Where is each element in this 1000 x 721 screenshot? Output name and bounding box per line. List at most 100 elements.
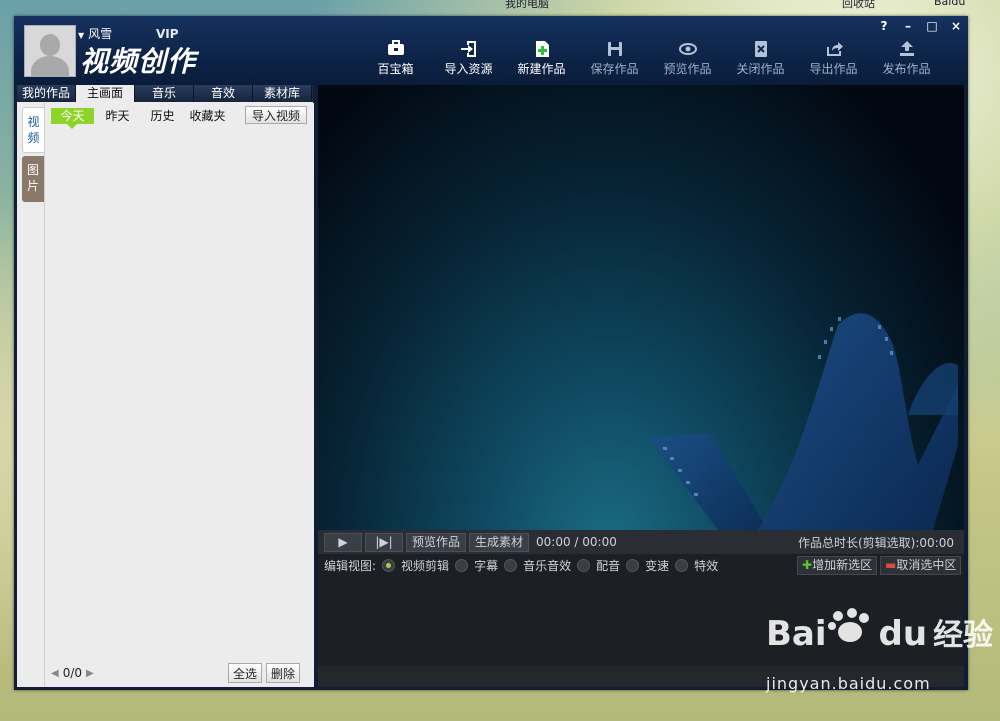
desktop-label-1: 我的电脑 <box>505 0 549 10</box>
radio-music-effects[interactable] <box>504 559 518 572</box>
left-panel: 我的作品 主画面 音乐 音效 素材库 视频 图片 今天 昨天 历史 收藏夹 导入… <box>17 85 314 687</box>
pager: ◀ 0/0 ▶ <box>47 666 98 680</box>
new-project-button[interactable]: 新建作品 <box>505 36 578 81</box>
tab-main-screen[interactable]: 主画面 <box>76 85 135 102</box>
export-icon <box>797 36 870 60</box>
preview-work-button[interactable]: 预览作品 <box>406 532 467 552</box>
preview-project-button[interactable]: 预览作品 <box>651 36 724 81</box>
import-resource-button[interactable]: 导入资源 <box>432 36 505 81</box>
add-zone-button[interactable]: ✚增加新选区 <box>797 556 878 575</box>
desktop-label-2: 回收站 <box>842 0 875 10</box>
side-tab-image[interactable]: 图片 <box>22 156 44 202</box>
close-project-button[interactable]: 关闭作品 <box>724 36 797 81</box>
watermark-brand-suffix: du <box>878 614 928 654</box>
username-label: 风雪 <box>88 27 113 41</box>
export-project-label: 导出作品 <box>809 62 858 76</box>
toolbar: 百宝箱 导入资源 新建作品 保存作品 预览作品 关闭作品 导出作品 发布作品 <box>359 36 943 81</box>
paw-icon <box>824 608 876 644</box>
radio-speed[interactable] <box>626 559 640 572</box>
view-dubbing-label: 配音 <box>596 559 621 573</box>
preview-project-label: 预览作品 <box>663 62 712 76</box>
select-all-button[interactable]: 全选 <box>228 663 262 683</box>
view-subtitles-label: 字幕 <box>474 559 499 573</box>
desktop-label-3: Baidu <box>934 0 966 8</box>
edit-view-label: 编辑视图: <box>324 559 377 573</box>
eye-icon <box>651 36 724 60</box>
date-tab-history[interactable]: 历史 <box>141 108 184 124</box>
export-project-button[interactable]: 导出作品 <box>797 36 870 81</box>
tab-music[interactable]: 音乐 <box>135 85 194 102</box>
total-duration: 作品总时长(剪辑选取):00:00 <box>798 536 954 550</box>
radio-effects[interactable] <box>675 559 689 572</box>
preview-area <box>318 85 964 530</box>
minimize-button[interactable]: – <box>896 16 920 36</box>
radio-subtitles[interactable] <box>455 559 469 572</box>
edit-view-selector: 编辑视图: 视频剪辑 字幕 音乐音效 配音 变速 特效 <box>324 557 718 574</box>
date-tab-yesterday[interactable]: 昨天 <box>96 108 139 124</box>
radio-dubbing[interactable] <box>577 559 591 572</box>
toolbox-label: 百宝箱 <box>377 62 414 76</box>
import-resource-label: 导入资源 <box>444 62 493 76</box>
close-file-icon <box>724 36 797 60</box>
playback-controls: ▶ |▶| 预览作品 生成素材 00:00 / 00:00 作品总时长(剪辑选取… <box>318 530 964 554</box>
avatar[interactable] <box>24 25 76 77</box>
titlebar: ▼ 风雪 VIP 视频创作 百宝箱 导入资源 新建作品 保存作品 预览作品 关闭… <box>14 16 968 85</box>
toolbox-icon <box>359 36 432 60</box>
side-tab-image-label: 图片 <box>27 163 40 193</box>
tab-sound-effects[interactable]: 音效 <box>194 85 253 102</box>
view-video-edit-label: 视频剪辑 <box>401 559 450 573</box>
import-icon <box>432 36 505 60</box>
side-tab-video-label: 视频 <box>27 115 40 145</box>
close-project-label: 关闭作品 <box>736 62 785 76</box>
tab-my-works[interactable]: 我的作品 <box>17 85 76 102</box>
panel-tabs: 我的作品 主画面 音乐 音效 素材库 <box>17 85 313 102</box>
close-button[interactable]: × <box>944 16 968 36</box>
publish-project-button[interactable]: 发布作品 <box>870 36 943 81</box>
time-display: 00:00 / 00:00 <box>536 535 617 549</box>
step-button[interactable]: |▶| <box>365 532 403 552</box>
save-project-button[interactable]: 保存作品 <box>578 36 651 81</box>
add-zone-label: 增加新选区 <box>812 558 873 572</box>
help-button[interactable]: ? <box>872 16 896 36</box>
watermark-brand: Bai <box>766 614 827 654</box>
film-strip-graphic <box>648 313 958 530</box>
generate-material-button[interactable]: 生成素材 <box>469 532 530 552</box>
next-page-icon[interactable]: ▶ <box>86 668 94 679</box>
radio-video-edit[interactable] <box>382 559 396 572</box>
tab-library[interactable]: 素材库 <box>253 85 312 102</box>
date-tab-today[interactable]: 今天 <box>51 108 94 129</box>
import-video-button[interactable]: 导入视频 <box>245 106 307 124</box>
app-logo: 视频创作 <box>80 45 197 78</box>
cancel-zone-button[interactable]: ▬取消选中区 <box>880 556 962 575</box>
media-list-area: 今天 昨天 历史 收藏夹 导入视频 ◀ 0/0 ▶ 全选 删除 <box>44 103 314 687</box>
play-button[interactable]: ▶ <box>324 532 362 552</box>
side-tabs: 视频 图片 <box>22 107 44 202</box>
page-count: 0/0 <box>62 666 83 680</box>
dropdown-arrow-icon: ▼ <box>78 31 85 40</box>
save-project-label: 保存作品 <box>590 62 639 76</box>
publish-project-label: 发布作品 <box>882 62 931 76</box>
upload-icon <box>870 36 943 60</box>
cancel-zone-label: 取消选中区 <box>896 558 957 572</box>
window-controls: ? – □ × <box>872 16 968 36</box>
vip-badge: VIP <box>156 27 179 41</box>
watermark-cn: 经验 <box>933 618 994 653</box>
new-project-label: 新建作品 <box>517 62 566 76</box>
delete-button[interactable]: 删除 <box>266 663 300 683</box>
view-effects-label: 特效 <box>694 559 719 573</box>
plus-icon: ✚ <box>802 558 813 572</box>
date-tab-favorites[interactable]: 收藏夹 <box>186 108 229 124</box>
side-tab-video[interactable]: 视频 <box>22 107 44 153</box>
app-window: ▼ 风雪 VIP 视频创作 百宝箱 导入资源 新建作品 保存作品 预览作品 关闭… <box>14 16 968 690</box>
date-filter: 今天 昨天 历史 收藏夹 <box>51 108 231 129</box>
minus-icon: ▬ <box>885 558 897 572</box>
prev-page-icon[interactable]: ◀ <box>51 668 59 679</box>
save-icon <box>578 36 651 60</box>
watermark-url: jingyan.baidu.com <box>766 674 931 693</box>
view-music-effects-label: 音乐音效 <box>523 559 572 573</box>
new-project-icon <box>505 36 578 60</box>
baidu-watermark: Bai du 经验 jingyan.baidu.com <box>766 608 994 693</box>
view-speed-label: 变速 <box>645 559 670 573</box>
toolbox-button[interactable]: 百宝箱 <box>359 36 432 81</box>
maximize-button[interactable]: □ <box>920 16 944 36</box>
